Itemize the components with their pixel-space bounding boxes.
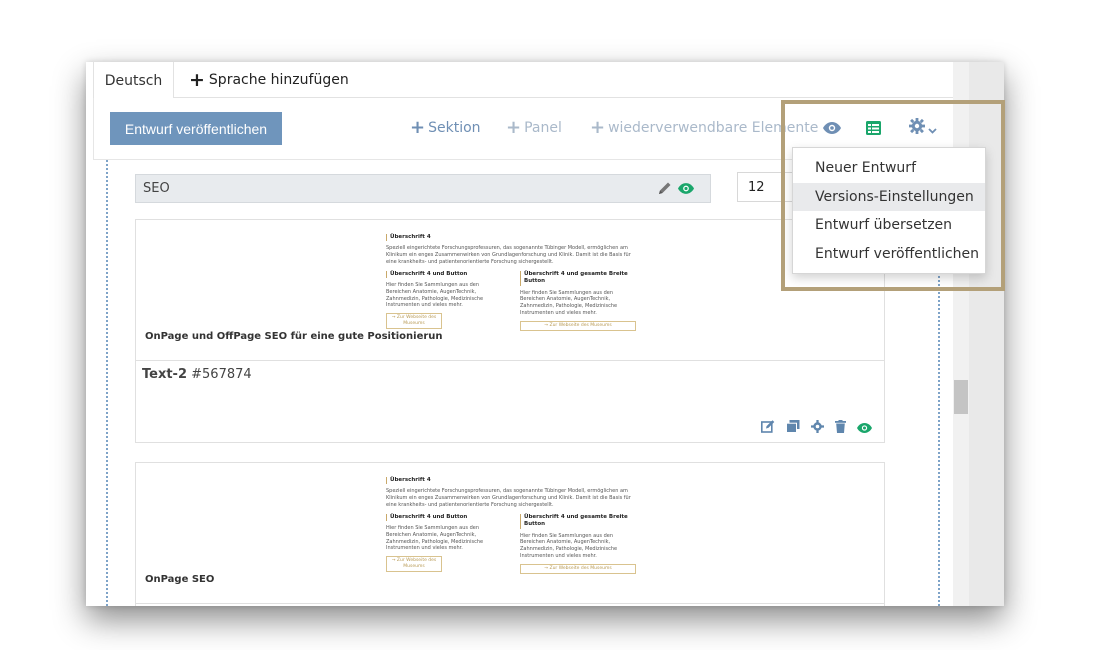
element-name: Text-2 [142,367,187,382]
card-caption: OnPage SEO [145,574,215,585]
preview-col1-text: Hier finden Sie Sammlungen aus den Berei… [386,282,484,309]
add-panel-label: Panel [524,120,562,136]
preview-col2-text: Hier finden Sie Sammlungen aus den Berei… [520,532,618,559]
menu-item-version-settings[interactable]: Versions-Einstellungen [793,182,985,211]
add-language-label: Sprache hinzufügen [208,72,349,88]
language-tabbar: Deutsch + Sprache hinzufügen [93,62,1004,99]
add-panel-button[interactable]: + Panel [506,117,562,139]
preview-col1-text: Hier finden Sie Sammlungen aus den Berei… [386,525,484,552]
screenshot: Deutsch + Sprache hinzufügen Entwurf ver… [0,0,1119,650]
edit-icon[interactable] [761,418,775,437]
template-preview: Überschrift 4 Speziell eingerichtete For… [386,477,636,574]
template-preview: Überschrift 4 Speziell eingerichtete For… [386,234,636,331]
add-language-tab[interactable]: + Sprache hinzufügen [189,62,349,98]
scrollbar-thumb[interactable] [954,380,968,414]
gear-icon [909,118,925,138]
content-card: Überschrift 4 Speziell eingerichtete For… [135,219,885,443]
preview-heading: Überschrift 4 [386,477,636,485]
eye-icon[interactable] [678,182,694,198]
trash-icon[interactable] [835,418,846,437]
pencil-icon[interactable] [658,181,672,199]
element-id: #567874 [191,367,252,382]
element-title: Text-2 #567874 [142,367,252,382]
section-guide-left [106,160,108,606]
card-actions [761,418,872,437]
copy-icon[interactable] [786,418,800,437]
preview-col2-heading: Überschrift 4 und gesamte Breite Button [520,513,636,529]
tab-deutsch[interactable]: Deutsch [93,62,174,99]
column-width-value: 12 [748,179,765,195]
column-width-field[interactable]: 12 [737,172,797,202]
preview-col2-text: Hier finden Sie Sammlungen aus den Berei… [520,289,618,316]
preview-fullwidth-button: → Zur Webseite des Museums [520,563,636,574]
gear-icon[interactable] [811,418,824,437]
table-icon[interactable] [866,119,881,137]
add-section-button[interactable]: + Sektion [410,117,481,139]
preview-fullwidth-button: → Zur Webseite des Museums [520,320,636,331]
preview-button: → Zur Webseite des Museums [386,313,442,330]
menu-item-publish-draft[interactable]: Entwurf veröffentlichen [793,240,985,269]
chevron-down-icon [928,119,937,138]
preview-eye-icon[interactable] [823,119,841,137]
plus-icon: + [410,117,426,138]
plus-icon: + [506,117,522,138]
menu-item-new-draft[interactable]: Neuer Entwurf [793,154,985,183]
preview-col1-heading: Überschrift 4 und Button [386,270,502,279]
add-reusable-label: wiederverwendbare Elemente [608,120,819,136]
right-gutter [969,62,1004,606]
content-card: Überschrift 4 Speziell eingerichtete For… [135,462,885,606]
seo-section-label: SEO [143,181,170,196]
add-reusable-elements-button[interactable]: + wiederverwendbare Elemente [590,117,818,139]
editor-window: Deutsch + Sprache hinzufügen Entwurf ver… [86,62,1004,606]
preview-col1-heading: Überschrift 4 und Button [386,513,502,522]
seo-section-field[interactable]: SEO [135,174,711,203]
card-caption: OnPage und OffPage SEO für eine gute Pos… [145,331,443,342]
eye-icon[interactable] [857,418,872,437]
preview-intro: Speziell eingerichtete Forschungsprofess… [386,245,631,265]
card-divider [136,360,884,361]
plus-icon: + [189,68,205,91]
preview-heading: Überschrift 4 [386,234,636,242]
card-divider [136,603,884,604]
add-section-label: Sektion [428,120,481,136]
plus-icon: + [590,117,606,138]
publish-draft-button[interactable]: Entwurf veröffentlichen [110,112,282,145]
scrollbar-track[interactable] [953,62,969,606]
preview-col2-heading: Überschrift 4 und gesamte Breite Button [520,270,636,286]
settings-dropdown-toggle[interactable] [909,118,937,138]
settings-dropdown-menu: Neuer Entwurf Versions-Einstellungen Ent… [792,147,986,274]
preview-intro: Speziell eingerichtete Forschungsprofess… [386,488,631,508]
tab-deutsch-label: Deutsch [104,72,163,89]
menu-item-translate-draft[interactable]: Entwurf übersetzen [793,211,985,240]
preview-button: → Zur Webseite des Museums [386,556,442,573]
